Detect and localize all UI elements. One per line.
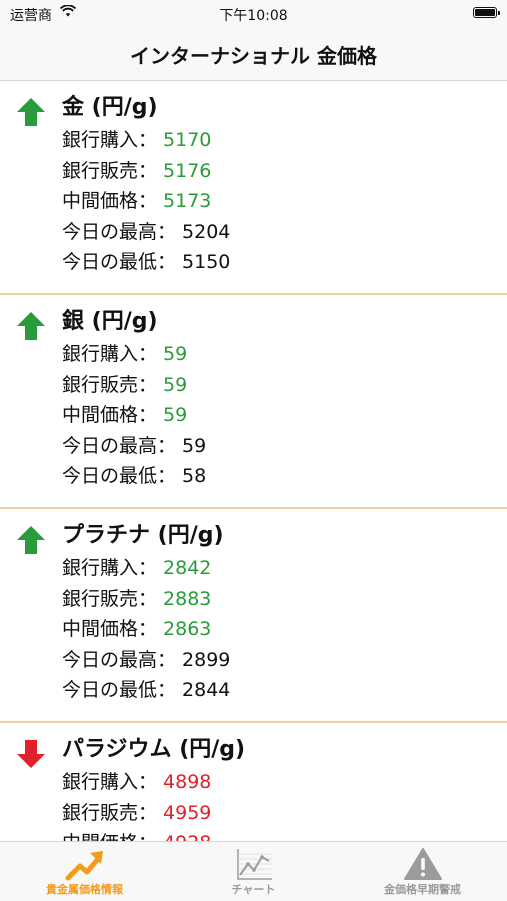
mid-price-value: 5173 [163, 190, 212, 212]
metal-card-platinum[interactable]: プラチナ (円/g) 銀行購入： 2842 銀行販売： 2883 中間価格： 2863… [0, 509, 507, 723]
bank-buy-row: 銀行購入： 2842 [62, 557, 212, 579]
red-down-arrow-icon [17, 740, 45, 768]
tab-precious-metal-prices[interactable]: 貴金属価格情報 [0, 842, 169, 901]
day-low-value: 5150 [182, 251, 231, 273]
day-high-value: 59 [182, 434, 207, 457]
metal-card-silver[interactable]: 銀 (円/g) 銀行購入： 59 銀行販売： 59 中間価格： 59 今日の最高： 59… [0, 295, 507, 509]
metal-name: 銀 (円/g) [62, 309, 158, 334]
bank-buy-value: 5170 [163, 129, 212, 151]
mid-price-row: 中間価格： 59 [62, 404, 188, 426]
day-low-row: 今日の最低： 2844 [62, 679, 231, 701]
tab-chart[interactable]: チャート [169, 842, 338, 901]
day-low-row: 今日の最低： 58 [62, 465, 207, 487]
mid-price-value: 59 [163, 404, 188, 426]
bank-sell-value: 4959 [163, 801, 212, 824]
bank-buy-row: 銀行購入： 59 [62, 343, 188, 365]
bank-buy-value: 4898 [163, 771, 212, 793]
green-up-arrow-icon [17, 312, 45, 340]
bank-buy-row: 銀行購入： 5170 [62, 129, 212, 151]
trending-up-arrow-icon [65, 851, 103, 881]
bank-sell-value: 2883 [163, 587, 212, 610]
mid-price-value: 2863 [163, 618, 212, 640]
tab-gold-price-alert[interactable]: 金価格早期警戒 [338, 842, 507, 901]
day-high-row: 今日の最高： 5204 [62, 220, 231, 243]
day-low-value: 58 [182, 465, 207, 487]
tab-label: 貴金属価格情報 [46, 883, 123, 896]
day-high-row: 今日の最高： 2899 [62, 648, 231, 671]
bank-sell-value: 59 [163, 373, 188, 396]
green-up-arrow-icon [17, 526, 45, 554]
day-high-row: 今日の最高： 59 [62, 434, 207, 457]
bank-buy-value: 59 [163, 343, 188, 365]
mid-price-row: 中間価格：4928 [62, 828, 211, 841]
metal-name: プラチナ (円/g) [62, 523, 224, 548]
bank-sell-value: 5176 [163, 159, 212, 182]
mid-price-row: 中間価格： 2863 [62, 618, 212, 640]
day-low-row: 今日の最低： 5150 [62, 251, 231, 273]
navigation-bar: インターナショナル 金価格 [0, 28, 507, 81]
metal-card-gold[interactable]: 金 (円/g) 銀行購入： 5170 銀行販売： 5176 中間価格： 5173 今日… [0, 81, 507, 295]
metal-card-palladium[interactable]: パラジウム (円/g) 銀行購入：4898 銀行販売：4959 中間価格：492… [0, 723, 507, 841]
mid-price-value: 4928 [163, 832, 211, 841]
battery-icon [473, 7, 500, 18]
day-low-value: 2844 [182, 679, 231, 701]
tab-label: チャート [231, 883, 276, 896]
metal-name: 金 (円/g) [62, 95, 158, 120]
day-high-value: 2899 [182, 648, 231, 671]
metal-name: パラジウム (円/g) [62, 737, 246, 762]
bank-sell-row: 銀行販売： 59 [62, 373, 188, 396]
status-time: 下午10:08 [219, 8, 288, 24]
bank-sell-row: 銀行販売： 4959 [62, 801, 212, 824]
day-high-value: 5204 [182, 220, 231, 243]
metal-price-list[interactable]: 金 (円/g) 銀行購入： 5170 銀行販売： 5176 中間価格： 5173 今日… [0, 81, 507, 841]
green-up-arrow-icon [17, 98, 45, 126]
page-title: インターナショナル 金価格 [130, 43, 377, 68]
line-chart-icon [236, 849, 272, 880]
bank-buy-row: 銀行購入： 4898 [62, 771, 212, 793]
tab-label: 金価格早期警戒 [384, 883, 461, 896]
bank-sell-row: 銀行販売： 5176 [62, 159, 212, 182]
status-bar: 运营商 下午10:08 [0, 0, 507, 28]
warning-triangle-icon [403, 848, 442, 880]
bank-sell-row: 銀行販売： 2883 [62, 587, 212, 610]
tab-bar: 貴金属価格情報 チャート 金価格早期警戒 [0, 841, 507, 901]
mid-price-row: 中間価格： 5173 [62, 190, 212, 212]
bank-buy-value: 2842 [163, 557, 212, 579]
